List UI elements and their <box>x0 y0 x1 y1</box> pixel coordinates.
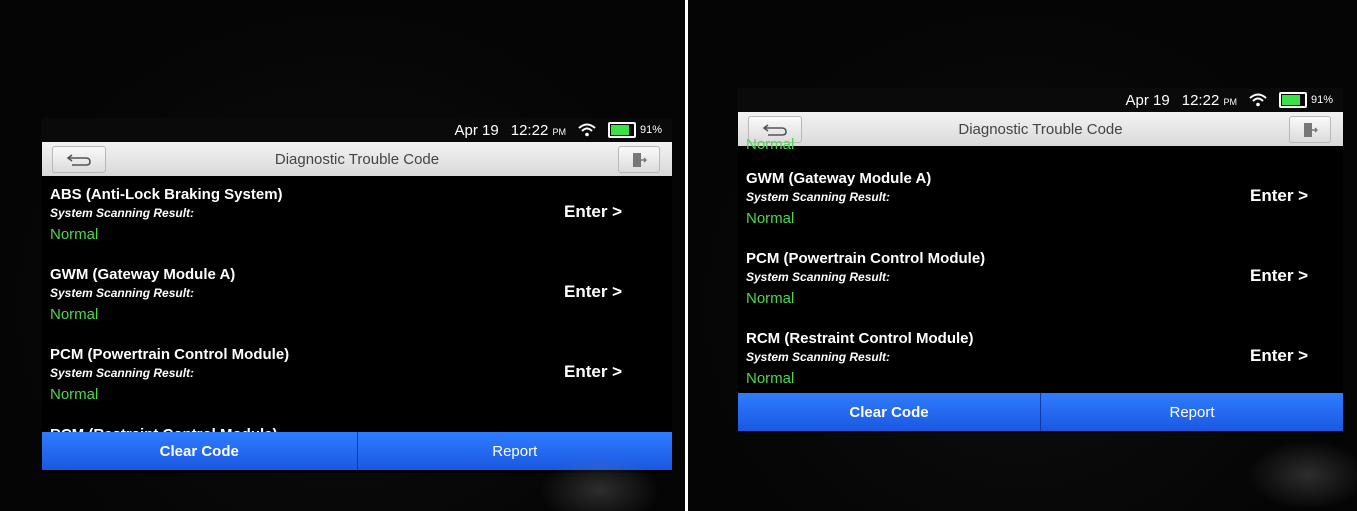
battery-percent: 91% <box>1310 94 1333 106</box>
scan-result-status: Normal <box>746 210 795 227</box>
module-name: RCM (Restraint Control Module) <box>746 330 974 347</box>
list-item[interactable]: GWM (Gateway Module A) System Scanning R… <box>42 266 672 346</box>
list-item[interactable]: ABS (Anti-Lock Braking System) System Sc… <box>42 186 672 266</box>
enter-button[interactable]: Enter > <box>564 362 622 382</box>
status-date: Apr 19 <box>1125 91 1170 109</box>
module-name: PCM (Powertrain Control Module) <box>746 250 986 267</box>
enter-button[interactable]: Enter > <box>1250 266 1308 286</box>
scan-result-label: System Scanning Result: <box>746 190 891 204</box>
scan-result-label: System Scanning Result: <box>746 350 891 364</box>
scan-result-label: System Scanning Result: <box>50 286 195 300</box>
enter-button[interactable]: Enter > <box>1250 186 1308 206</box>
scan-result-status: Normal <box>50 306 99 323</box>
enter-button[interactable]: Enter > <box>564 202 622 222</box>
left-device-screen: Apr 19 12:22 PM 91% Diagnostic Trouble C… <box>42 118 672 473</box>
clear-code-button[interactable]: Clear Code <box>42 432 357 470</box>
page-title: Diagnostic Trouble Code <box>274 150 440 168</box>
status-time: 12:22 PM <box>510 121 566 139</box>
module-list: Normal GWM (Gateway Module A) System Sca… <box>738 136 1343 398</box>
report-button[interactable]: Report <box>1040 393 1343 431</box>
back-arrow-icon <box>66 153 91 166</box>
module-name: PCM (Powertrain Control Module) <box>50 346 290 363</box>
scan-result-label: System Scanning Result: <box>50 206 195 220</box>
page-title: Diagnostic Trouble Code <box>958 120 1123 138</box>
wifi-icon <box>578 123 596 137</box>
status-time: 12:22 PM <box>1181 91 1237 109</box>
module-list: ABS (Anti-Lock Braking System) System Sc… <box>42 186 672 436</box>
screen-glare <box>540 455 660 511</box>
battery-percent: 91% <box>639 124 662 136</box>
module-name: GWM (Gateway Module A) <box>746 170 932 187</box>
back-arrow-icon <box>762 123 787 136</box>
status-bar: Apr 19 12:22 PM 91% <box>42 118 672 142</box>
scan-result-label: System Scanning Result: <box>50 366 195 380</box>
list-item[interactable]: RCM (Restraint Control Module) System Sc… <box>738 330 1343 398</box>
list-item[interactable]: PCM (Powertrain Control Module) System S… <box>42 346 672 426</box>
scan-result-status: Normal <box>50 386 99 403</box>
right-device-screen: Apr 19 12:22 PM 91% Diagnostic Trouble C… <box>738 88 1343 433</box>
battery-icon <box>607 122 636 138</box>
right-photo: Apr 19 12:22 PM 91% Diagnostic Trouble C… <box>688 0 1357 511</box>
scan-result-status: Normal <box>50 226 99 243</box>
status-bar: Apr 19 12:22 PM 91% <box>738 88 1343 112</box>
clear-code-button[interactable]: Clear Code <box>738 393 1040 431</box>
title-bar: Diagnostic Trouble Code <box>42 142 672 176</box>
left-photo: Apr 19 12:22 PM 91% Diagnostic Trouble C… <box>0 0 685 511</box>
scan-result-status: Normal <box>746 370 795 387</box>
list-item[interactable]: GWM (Gateway Module A) System Scanning R… <box>738 170 1343 250</box>
exit-button[interactable] <box>618 146 660 173</box>
scan-result-status: Normal <box>746 136 795 153</box>
back-button[interactable] <box>52 146 106 173</box>
module-name: GWM (Gateway Module A) <box>50 266 236 283</box>
battery-icon <box>1278 92 1307 108</box>
status-date: Apr 19 <box>454 121 499 139</box>
scan-result-label: System Scanning Result: <box>746 270 891 284</box>
list-item[interactable]: PCM (Powertrain Control Module) System S… <box>738 250 1343 330</box>
exit-door-icon <box>633 152 647 167</box>
module-name: ABS (Anti-Lock Braking System) <box>50 186 283 203</box>
enter-button[interactable]: Enter > <box>564 282 622 302</box>
battery-fill <box>1281 95 1300 105</box>
action-bar: Clear Code Report <box>738 393 1343 431</box>
screen-glare <box>1248 440 1357 510</box>
battery-fill <box>610 125 629 135</box>
enter-button[interactable]: Enter > <box>1250 346 1308 366</box>
scan-result-status: Normal <box>746 290 795 307</box>
wifi-icon <box>1249 93 1267 107</box>
